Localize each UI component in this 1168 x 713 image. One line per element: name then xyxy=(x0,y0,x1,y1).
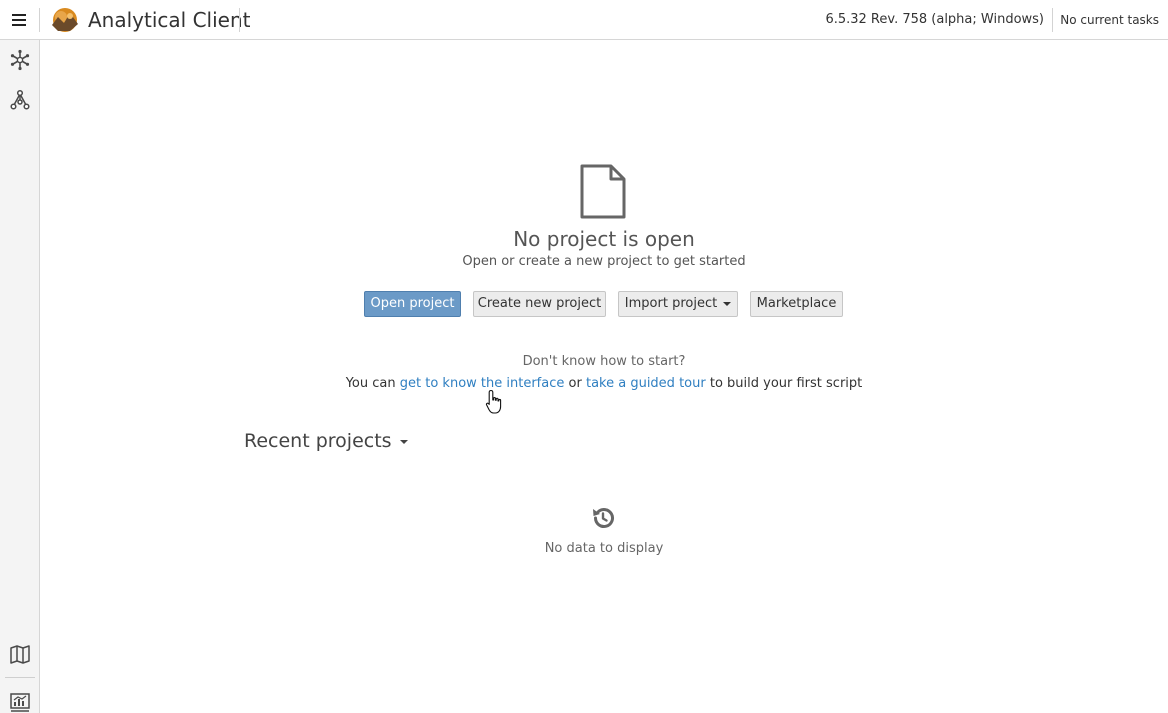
header-divider xyxy=(239,8,240,32)
recent-projects-dropdown[interactable]: Recent projects xyxy=(244,428,408,454)
marketplace-button[interactable]: Marketplace xyxy=(750,291,843,317)
help-line: You can get to know the interface or tak… xyxy=(0,375,1168,393)
snowflake-icon[interactable] xyxy=(9,49,31,71)
hamburger-menu-icon[interactable] xyxy=(8,9,30,31)
chevron-down-icon xyxy=(399,439,408,444)
interface-link[interactable]: get to know the interface xyxy=(400,376,565,391)
history-icon xyxy=(593,508,614,528)
open-project-button[interactable]: Open project xyxy=(364,291,461,317)
tasks-status[interactable]: No current tasks xyxy=(1060,11,1159,29)
empty-state-title: No project is open xyxy=(513,227,695,251)
app-logo-icon xyxy=(52,8,78,32)
help-question: Don't know how to start? xyxy=(522,354,686,369)
import-project-label: Import project xyxy=(624,296,718,311)
create-new-project-button[interactable]: Create new project xyxy=(473,291,606,317)
header-divider xyxy=(39,8,40,32)
app-title: Analytical Client xyxy=(88,8,251,32)
help-prefix: You can xyxy=(345,376,396,391)
import-project-button[interactable]: Import project xyxy=(618,291,738,317)
empty-state-subtitle: Open or create a new project to get star… xyxy=(462,254,746,269)
recent-projects-title: Recent projects xyxy=(244,430,392,452)
top-bar: Analytical Client 6.5.32 Rev. 758 (alpha… xyxy=(0,0,1168,40)
chevron-down-icon xyxy=(723,301,732,306)
help-or: or xyxy=(568,376,582,391)
chart-monitor-icon[interactable] xyxy=(9,691,31,713)
version-label: 6.5.32 Rev. 758 (alpha; Windows) xyxy=(825,12,1044,27)
sidebar-divider xyxy=(5,677,35,678)
network-nodes-icon[interactable] xyxy=(9,89,31,111)
document-icon xyxy=(580,164,626,219)
header-divider xyxy=(1052,8,1053,32)
hand-cursor-icon xyxy=(485,389,502,414)
no-data-message: No data to display xyxy=(544,541,664,556)
help-suffix: to build your first script xyxy=(709,376,863,391)
guided-tour-link[interactable]: take a guided tour xyxy=(586,376,706,391)
map-icon[interactable] xyxy=(9,643,31,665)
